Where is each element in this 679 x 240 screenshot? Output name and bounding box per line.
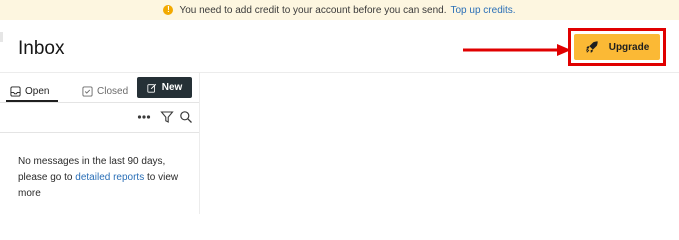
compose-icon (147, 83, 156, 93)
collapsed-sidebar-edge (0, 32, 3, 42)
new-conversation-button[interactable]: New (137, 77, 192, 98)
upgrade-label: Upgrade (608, 41, 650, 53)
rocket-icon (585, 41, 598, 53)
search-icon[interactable] (179, 110, 193, 124)
tabs-divider (0, 102, 199, 103)
notice-banner: ! You need to add credit to your account… (0, 0, 679, 20)
warning-icon: ! (163, 5, 174, 15)
tab-closed[interactable]: Closed (82, 82, 128, 100)
red-arrow-annotation (463, 44, 571, 56)
top-up-credits-link[interactable]: Top up credits. (451, 5, 516, 16)
tab-open-label: Open (25, 85, 50, 97)
tab-open[interactable]: Open (10, 82, 49, 100)
header-divider (0, 72, 679, 73)
upgrade-button[interactable]: Upgrade (574, 34, 660, 60)
new-button-label: New (161, 82, 183, 93)
inbox-tray-icon (10, 85, 21, 97)
empty-state-message: No messages in the last 90 days, please … (18, 154, 188, 202)
toolbar-divider (0, 132, 199, 133)
conversation-list-divider (199, 73, 200, 214)
closed-check-icon (82, 85, 93, 97)
detailed-reports-link[interactable]: detailed reports (75, 172, 144, 183)
tab-closed-label: Closed (97, 85, 129, 97)
page-title: Inbox (18, 38, 65, 59)
filter-icon[interactable] (160, 110, 174, 124)
banner-text: You need to add credit to your account b… (179, 4, 447, 16)
more-dots-icon[interactable] (137, 110, 151, 124)
